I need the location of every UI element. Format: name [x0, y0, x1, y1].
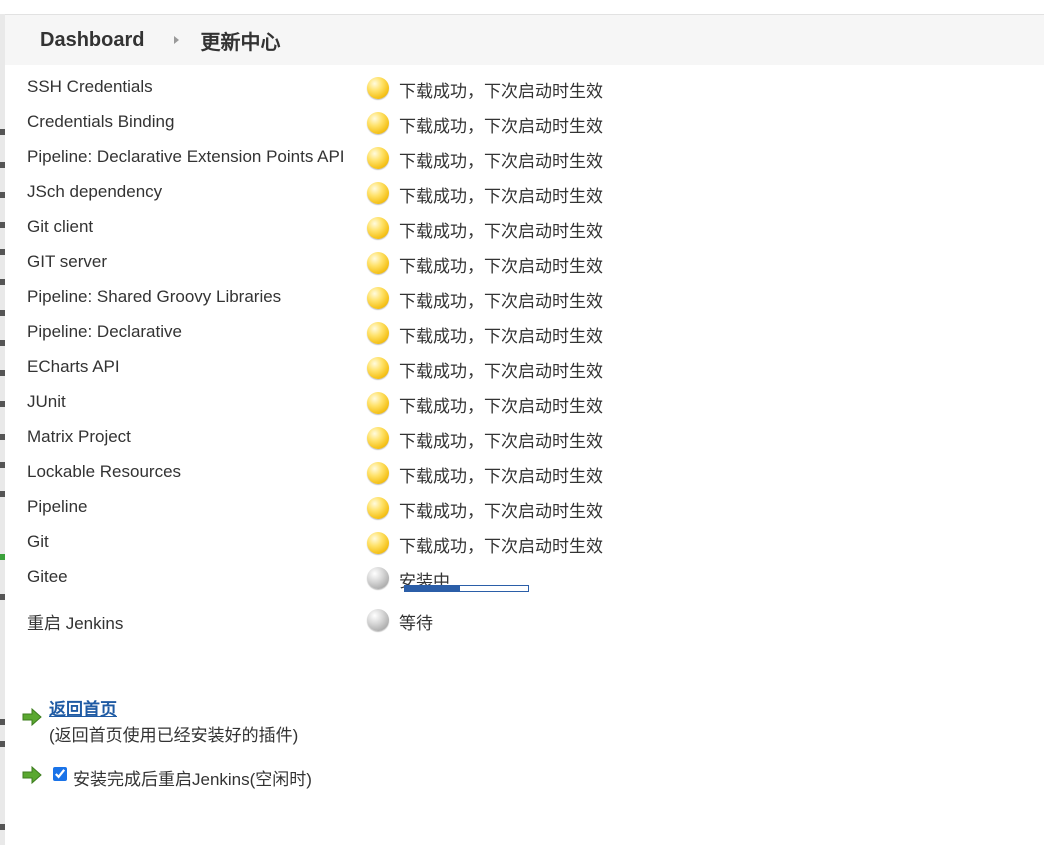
left-window-edge — [0, 14, 5, 845]
plugin-row-installing: Gitee 安装中 — [27, 561, 927, 603]
plugin-status: 下载成功，下次启动时生效 — [399, 257, 603, 276]
plugin-name: Pipeline — [27, 497, 88, 516]
grey-ball-icon — [367, 567, 389, 589]
yellow-ball-icon — [367, 462, 389, 484]
plugin-row: Pipeline: Declarative 下载成功，下次启动时生效 — [27, 316, 927, 351]
yellow-ball-icon — [367, 532, 389, 554]
yellow-ball-icon — [367, 112, 389, 134]
plugin-name: Lockable Resources — [27, 462, 182, 481]
grey-ball-icon — [367, 609, 389, 631]
plugin-status: 下载成功，下次启动时生效 — [399, 362, 603, 381]
yellow-ball-icon — [367, 322, 389, 344]
yellow-ball-icon — [367, 392, 389, 414]
yellow-ball-icon — [367, 252, 389, 274]
plugin-row: Matrix Project 下载成功，下次启动时生效 — [27, 421, 927, 456]
back-to-home-description: (返回首页使用已经安装好的插件) — [49, 726, 299, 745]
plugin-name: SSH Credentials — [27, 77, 153, 96]
plugin-row: Pipeline: Shared Groovy Libraries 下载成功，下次… — [27, 281, 927, 316]
green-arrow-icon — [22, 765, 42, 785]
plugin-row: SSH Credentials 下载成功，下次启动时生效 — [27, 71, 927, 106]
yellow-ball-icon — [367, 182, 389, 204]
plugin-status: 下载成功，下次启动时生效 — [399, 82, 603, 101]
yellow-ball-icon — [367, 77, 389, 99]
install-progress-bar — [404, 585, 529, 592]
yellow-ball-icon — [367, 497, 389, 519]
yellow-ball-icon — [367, 427, 389, 449]
plugin-name: Gitee — [27, 567, 68, 586]
plugin-row: JUnit 下载成功，下次启动时生效 — [27, 386, 927, 421]
breadcrumb-dashboard-link[interactable]: Dashboard — [40, 29, 144, 52]
plugin-name: Pipeline: Shared Groovy Libraries — [27, 287, 282, 306]
plugin-status: 下载成功，下次启动时生效 — [399, 537, 603, 556]
yellow-ball-icon — [367, 287, 389, 309]
back-to-home-link[interactable]: 返回首页 — [49, 695, 117, 720]
plugin-install-list: SSH Credentials 下载成功，下次启动时生效 Credentials B… — [27, 71, 927, 638]
plugin-name: Matrix Project — [27, 427, 131, 446]
plugin-status: 下载成功，下次启动时生效 — [399, 502, 603, 521]
plugin-row: Pipeline: Declarative Extension Points A… — [27, 141, 927, 176]
plugin-name: ECharts API — [27, 357, 120, 376]
restart-when-done-checkbox[interactable] — [53, 767, 67, 781]
plugin-name: GIT server — [27, 252, 107, 271]
plugin-row: Pipeline 下载成功，下次启动时生效 — [27, 491, 927, 526]
browser-top-strip — [0, 0, 1044, 15]
breadcrumb-chevron-right-icon[interactable] — [174, 36, 180, 44]
plugin-status: 下载成功，下次启动时生效 — [399, 117, 603, 136]
plugin-status: 下载成功，下次启动时生效 — [399, 222, 603, 241]
plugin-name: JSch dependency — [27, 182, 163, 201]
plugin-status: 下载成功，下次启动时生效 — [399, 152, 603, 171]
plugin-status: 下载成功，下次启动时生效 — [399, 397, 603, 416]
install-progress-fill — [405, 586, 461, 591]
plugin-row: Lockable Resources 下载成功，下次启动时生效 — [27, 456, 927, 491]
plugin-status: 下载成功，下次启动时生效 — [399, 187, 603, 206]
plugin-row-pending: 重启 Jenkins 等待 — [27, 603, 927, 638]
plugin-row: Git client 下载成功，下次启动时生效 — [27, 211, 927, 246]
plugin-name: Git client — [27, 217, 94, 236]
plugin-status: 下载成功，下次启动时生效 — [399, 327, 603, 346]
green-arrow-icon — [22, 707, 42, 727]
plugin-status: 下载成功，下次启动时生效 — [399, 292, 603, 311]
plugin-name: Git — [27, 532, 49, 551]
plugin-name: JUnit — [27, 392, 66, 411]
plugin-status: 下载成功，下次启动时生效 — [399, 467, 603, 486]
plugin-name: Pipeline: Declarative Extension Points A… — [27, 147, 345, 166]
plugin-row: JSch dependency 下载成功，下次启动时生效 — [27, 176, 927, 211]
plugin-row: ECharts API 下载成功，下次启动时生效 — [27, 351, 927, 386]
plugin-row: GIT server 下载成功，下次启动时生效 — [27, 246, 927, 281]
plugin-name: 重启 Jenkins — [27, 614, 124, 633]
yellow-ball-icon — [367, 217, 389, 239]
plugin-row: Credentials Binding 下载成功，下次启动时生效 — [27, 106, 927, 141]
yellow-ball-icon — [367, 357, 389, 379]
restart-when-done-label[interactable]: 安装完成后重启Jenkins(空闲时) — [73, 765, 312, 790]
plugin-status: 等待 — [399, 614, 433, 633]
plugin-status: 下载成功，下次启动时生效 — [399, 432, 603, 451]
plugin-name: Credentials Binding — [27, 112, 175, 131]
plugin-name: Pipeline: Declarative — [27, 322, 182, 341]
breadcrumb-update-center-link[interactable]: 更新中心 — [200, 26, 280, 55]
plugin-row: Git 下载成功，下次启动时生效 — [27, 526, 927, 561]
yellow-ball-icon — [367, 147, 389, 169]
breadcrumb: Dashboard 更新中心 — [5, 15, 1044, 65]
